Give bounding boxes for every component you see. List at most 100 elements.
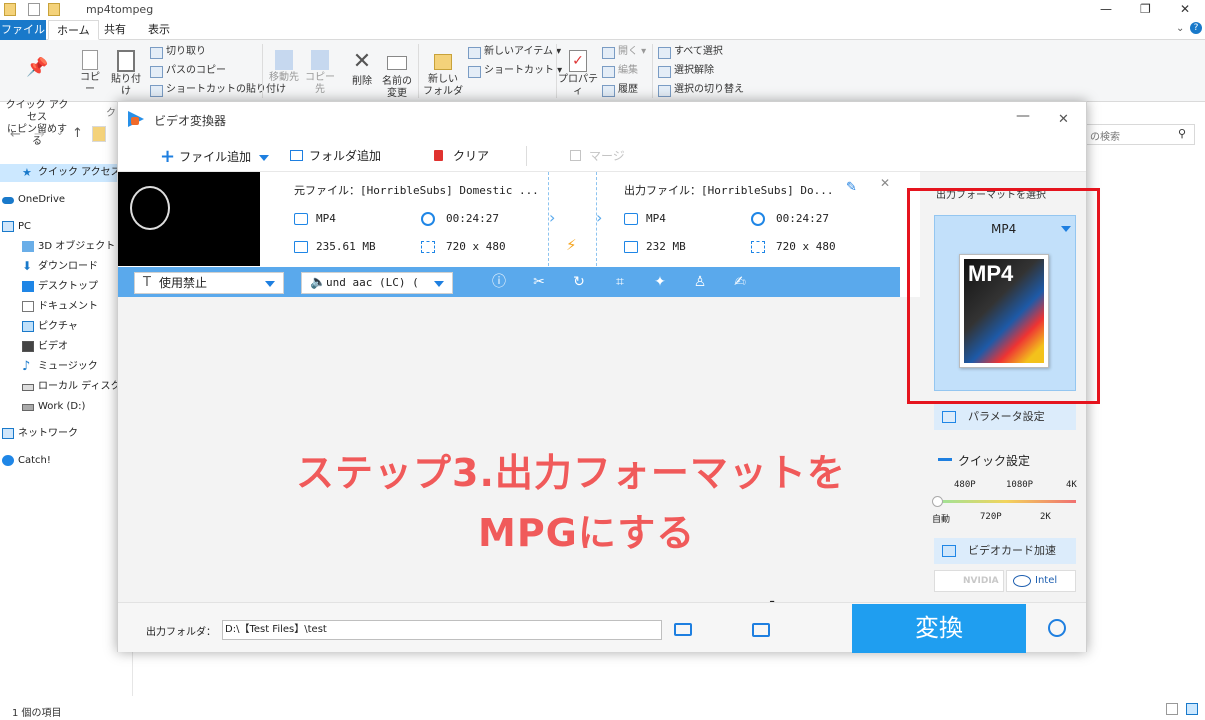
info-icon[interactable]: ⓘ <box>491 274 507 290</box>
subtitle-edit-icon[interactable]: ✍ <box>732 274 748 290</box>
properties-icon[interactable] <box>28 3 40 16</box>
file-item[interactable]: 元ファイル：[HorribleSubs] Domestic ... MP4 00… <box>118 172 900 267</box>
remove-file-icon[interactable]: ✕ <box>880 176 890 190</box>
watermark-icon[interactable]: ♙ <box>692 274 708 290</box>
effects-wand-icon[interactable]: ✦ <box>652 274 668 290</box>
gpu-acceleration-button[interactable]: ビデオカード加速 <box>934 538 1076 564</box>
rename-icon <box>387 56 407 70</box>
new-folder-icon <box>434 54 452 70</box>
recent-chevron-icon[interactable]: ⌄ <box>56 128 64 138</box>
details-view-icon[interactable] <box>1166 703 1178 715</box>
tab-view[interactable]: 表示 <box>140 20 178 40</box>
add-folder-button[interactable]: フォルダ追加 <box>290 147 381 165</box>
rotate-icon[interactable]: ↻ <box>571 274 587 290</box>
tiles-view-icon[interactable] <box>1186 703 1198 715</box>
nvidia-toggle[interactable]: NVIDIA <box>934 570 1004 592</box>
alarm-clock-icon[interactable] <box>1048 619 1066 637</box>
download-arrow-icon: ⬇ <box>22 259 33 273</box>
move-to-icon <box>275 50 293 70</box>
shortcut-button[interactable]: ショートカット ▾ <box>468 63 562 79</box>
forward-icon[interactable]: → <box>34 127 45 142</box>
nav-network[interactable]: ネットワーク <box>2 425 78 443</box>
plus-icon: + <box>160 146 176 167</box>
navigation-pane: ★ クイック アクセス OneDrive PC 3D オブジェクト ⬇ ダウンロード… <box>0 150 135 695</box>
minimize-icon[interactable]: — <box>1100 2 1112 16</box>
video-thumbnail[interactable] <box>118 172 260 266</box>
select-all-button[interactable]: すべて選択 <box>658 44 723 60</box>
properties-button[interactable]: ✓ プロパティ <box>558 50 598 98</box>
close-icon[interactable]: ✕ <box>1180 2 1190 16</box>
new-item-button[interactable]: 新しいアイテム ▾ <box>468 44 561 60</box>
maximize-icon[interactable]: ❐ <box>1140 2 1151 16</box>
chevron-down-icon[interactable]: ⌄ <box>1176 23 1184 34</box>
tab-home[interactable]: ホーム <box>48 20 99 40</box>
nav-videos[interactable]: ビデオ <box>22 338 68 356</box>
open-button[interactable]: 開く ▾ <box>602 44 646 60</box>
delete-button[interactable]: ✕ 削除 <box>348 50 376 88</box>
nav-music[interactable]: ♪ ミュージック <box>22 358 98 376</box>
output-preview-icon[interactable] <box>752 623 770 637</box>
nav-pc[interactable]: PC <box>2 218 31 236</box>
scissors-icon[interactable]: ✂ <box>531 274 547 290</box>
nav-work-drive[interactable]: Work (D:) <box>22 398 85 416</box>
intel-toggle[interactable]: Intel <box>1006 570 1076 592</box>
convert-button[interactable]: 変換 <box>852 604 1026 653</box>
nav-3d-objects[interactable]: 3D オブジェクト <box>22 238 115 256</box>
tab-file[interactable]: ファイル <box>0 20 46 40</box>
chip-icon <box>942 545 956 557</box>
folder-icon <box>4 3 16 16</box>
merge-button[interactable]: マージ <box>570 147 625 165</box>
copy-path-button[interactable]: パスのコピー <box>150 63 226 79</box>
window-title: mp4tompeg <box>86 3 154 16</box>
chevron-down-icon[interactable] <box>259 155 270 161</box>
caption-line-1: ステップ3.出力フォーマットを <box>296 451 846 495</box>
speaker-icon: 🔈 <box>310 275 327 290</box>
cloud-icon <box>2 197 14 204</box>
chevron-down-icon <box>434 281 444 287</box>
clear-button[interactable]: クリア <box>434 147 489 165</box>
chevron-right-icon: › <box>596 208 603 227</box>
new-folder-icon[interactable] <box>48 3 60 16</box>
crop-icon[interactable]: ⌗ <box>612 274 628 290</box>
back-icon[interactable]: ← <box>10 127 21 142</box>
audio-track-select[interactable]: 🔈 und aac (LC) ( <box>301 272 453 294</box>
edit-button[interactable]: 編集 <box>602 63 638 79</box>
invert-selection-button[interactable]: 選択の切り替え <box>658 82 744 98</box>
add-file-button[interactable]: + ファイル追加 <box>160 146 270 167</box>
paste-button[interactable]: 貼り付け <box>108 50 144 98</box>
search-icon[interactable]: ⚲ <box>1178 127 1186 140</box>
copy-to-button[interactable]: コピー先 <box>304 50 336 96</box>
paste-shortcut-button[interactable]: ショートカットの貼り付け <box>150 82 286 98</box>
copy-icon <box>82 50 98 70</box>
cut-button[interactable]: 切り取り <box>150 44 206 60</box>
quality-slider-handle[interactable] <box>932 496 943 507</box>
help-icon[interactable]: ? <box>1190 22 1202 34</box>
nav-quick-access[interactable]: ★ クイック アクセス <box>0 164 121 182</box>
nav-pictures[interactable]: ピクチャ <box>22 318 78 336</box>
output-folder-input[interactable]: D:\【Test Files】\test <box>222 620 662 640</box>
tab-share[interactable]: 共有 <box>96 20 134 40</box>
copy-button[interactable]: コピー <box>76 50 104 96</box>
history-button[interactable]: 履歴 <box>602 82 638 98</box>
clock-icon <box>751 212 765 226</box>
nav-desktop[interactable]: デスクトップ <box>22 278 98 296</box>
move-to-button[interactable]: 移動先 <box>268 50 300 84</box>
up-icon[interactable]: ↑ <box>72 126 83 141</box>
nav-documents[interactable]: ドキュメント <box>22 298 98 316</box>
nav-onedrive[interactable]: OneDrive <box>2 191 65 209</box>
nav-downloads[interactable]: ⬇ ダウンロード <box>22 258 98 276</box>
edit-pencil-icon[interactable]: ✎ <box>846 180 857 195</box>
nav-catch[interactable]: Catch! <box>2 452 51 470</box>
app-close-icon[interactable]: ✕ <box>1058 112 1069 127</box>
quality-slider[interactable] <box>932 496 1076 507</box>
parameter-settings-button[interactable]: パラメータ設定 <box>934 404 1076 430</box>
select-none-button[interactable]: 選択解除 <box>658 63 714 79</box>
open-folder-icon[interactable] <box>674 623 692 636</box>
lightning-icon[interactable]: ⚡ <box>566 236 577 254</box>
merge-icon <box>570 150 581 161</box>
rename-button[interactable]: 名前の 変更 <box>380 50 414 100</box>
delete-x-icon: ✕ <box>352 49 372 74</box>
app-minimize-icon[interactable]: — <box>1016 108 1030 124</box>
search-input[interactable]: の検索 ⚲ <box>1085 124 1195 145</box>
subtitle-select[interactable]: T 使用禁止 <box>134 272 284 294</box>
